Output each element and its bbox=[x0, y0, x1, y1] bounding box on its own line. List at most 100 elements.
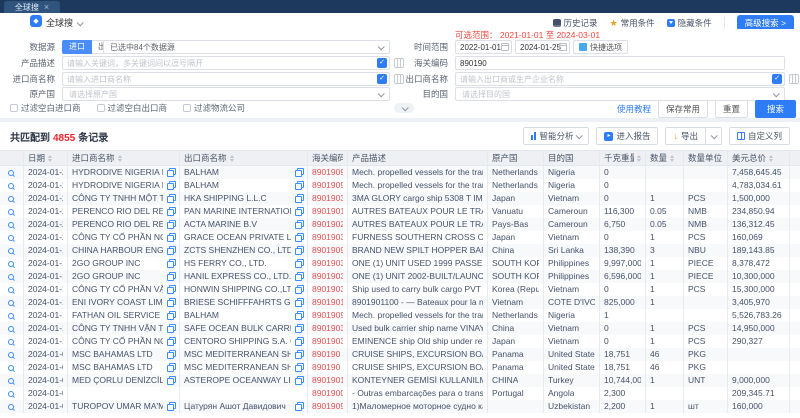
copy-icon[interactable] bbox=[295, 285, 303, 294]
copy-icon[interactable] bbox=[295, 168, 303, 177]
checkbox-filter-empty-importer[interactable]: 过滤空白进口商 bbox=[10, 102, 81, 114]
export-more-button[interactable] bbox=[705, 128, 721, 144]
magnifier-icon[interactable] bbox=[8, 222, 14, 228]
data-source-select[interactable]: 已选中84个数据源 bbox=[103, 40, 390, 54]
copy-icon[interactable] bbox=[295, 350, 303, 359]
magnifier-icon[interactable] bbox=[8, 287, 14, 293]
sort-icon[interactable] bbox=[230, 155, 234, 162]
smart-analysis-button[interactable]: 智能分析 bbox=[523, 127, 589, 145]
batch-input-icon[interactable] bbox=[789, 74, 799, 84]
magnifier-icon[interactable] bbox=[8, 209, 14, 215]
enter-report-button[interactable]: ▸进入报告 bbox=[596, 127, 658, 145]
copy-icon[interactable] bbox=[167, 168, 175, 177]
exact-match-icon[interactable]: ✓ bbox=[377, 74, 387, 84]
hide-conditions-button[interactable]: 隐藏条件 bbox=[667, 17, 712, 29]
magnifier-icon[interactable] bbox=[8, 404, 14, 410]
magnifier-icon[interactable] bbox=[8, 274, 14, 280]
customize-columns-button[interactable]: 自定义列 bbox=[729, 127, 790, 145]
copy-icon[interactable] bbox=[167, 194, 175, 203]
copy-icon[interactable] bbox=[167, 246, 175, 255]
copy-icon[interactable] bbox=[167, 207, 175, 216]
copy-icon[interactable] bbox=[167, 233, 175, 242]
search-button[interactable]: 搜索 bbox=[755, 100, 796, 118]
copy-icon[interactable] bbox=[167, 350, 175, 359]
magnifier-icon[interactable] bbox=[8, 261, 14, 267]
checkbox-filter-logistics[interactable]: 过滤物流公司 bbox=[183, 102, 245, 114]
copy-icon[interactable] bbox=[167, 363, 175, 372]
copy-icon[interactable] bbox=[167, 298, 175, 307]
column-header-weight[interactable]: 千克重量 bbox=[600, 151, 646, 165]
magnifier-icon[interactable] bbox=[8, 391, 14, 397]
exact-match-icon[interactable]: ✓ bbox=[377, 58, 387, 68]
magnifier-icon[interactable] bbox=[8, 352, 14, 358]
column-header-usd[interactable]: 美元总价 bbox=[728, 151, 790, 165]
calendar-icon[interactable] bbox=[501, 43, 509, 51]
sort-icon[interactable] bbox=[637, 155, 641, 162]
sort-icon[interactable] bbox=[769, 155, 773, 162]
magnifier-icon[interactable] bbox=[8, 170, 14, 176]
reset-button[interactable]: 重置 bbox=[715, 100, 748, 118]
magnifier-icon[interactable] bbox=[8, 196, 14, 202]
sort-icon[interactable] bbox=[118, 155, 122, 162]
copy-icon[interactable] bbox=[295, 402, 303, 411]
copy-icon[interactable] bbox=[167, 324, 175, 333]
magnifier-icon[interactable] bbox=[8, 300, 14, 306]
magnifier-icon[interactable] bbox=[8, 183, 14, 189]
export-button[interactable]: ↓导出 bbox=[666, 128, 705, 144]
copy-icon[interactable] bbox=[167, 272, 175, 281]
sort-icon[interactable] bbox=[48, 155, 52, 162]
tutorial-link[interactable]: 使用教程 bbox=[617, 103, 651, 115]
copy-icon[interactable] bbox=[295, 207, 303, 216]
checkbox-filter-empty-exporter[interactable]: 过滤空白出口商 bbox=[97, 102, 168, 114]
copy-icon[interactable] bbox=[295, 363, 303, 372]
calendar-icon[interactable] bbox=[559, 43, 567, 51]
copy-icon[interactable] bbox=[295, 233, 303, 242]
copy-icon[interactable] bbox=[295, 246, 303, 255]
tab-close-icon[interactable]: × bbox=[44, 3, 49, 11]
import-toggle[interactable]: 进口 bbox=[62, 40, 92, 54]
copy-icon[interactable] bbox=[167, 402, 175, 411]
copy-icon[interactable] bbox=[167, 259, 175, 268]
collapse-panel-button[interactable] bbox=[394, 103, 414, 113]
column-header-importer[interactable]: 进口商名称 bbox=[68, 151, 180, 165]
copy-icon[interactable] bbox=[167, 220, 175, 229]
column-header-exporter[interactable]: 出口商名称 bbox=[180, 151, 308, 165]
hs-code-input[interactable] bbox=[455, 56, 785, 70]
magnifier-icon[interactable] bbox=[8, 378, 14, 384]
copy-icon[interactable] bbox=[295, 181, 303, 190]
exporter-input[interactable] bbox=[455, 72, 785, 86]
copy-icon[interactable] bbox=[167, 311, 175, 320]
copy-icon[interactable] bbox=[295, 272, 303, 281]
tab-global-search[interactable]: 全球搜 × bbox=[4, 1, 60, 13]
product-desc-input[interactable] bbox=[62, 56, 390, 70]
copy-icon[interactable] bbox=[295, 376, 303, 385]
magnifier-icon[interactable] bbox=[8, 313, 14, 319]
copy-icon[interactable] bbox=[167, 285, 175, 294]
copy-icon[interactable] bbox=[295, 337, 303, 346]
copy-icon[interactable] bbox=[167, 181, 175, 190]
copy-icon[interactable] bbox=[295, 324, 303, 333]
magnifier-icon[interactable] bbox=[8, 248, 14, 254]
save-common-button[interactable]: 保存常用 bbox=[658, 100, 708, 118]
common-conditions-button[interactable]: ★常用条件 bbox=[610, 17, 655, 29]
page-title[interactable]: 全球搜 bbox=[46, 16, 82, 29]
importer-input[interactable] bbox=[62, 72, 390, 86]
copy-icon[interactable] bbox=[295, 311, 303, 320]
copy-icon[interactable] bbox=[167, 376, 175, 385]
dest-country-select[interactable]: 请选择目的国 bbox=[455, 87, 785, 101]
history-button[interactable]: 历史记录 bbox=[553, 17, 598, 29]
exact-match-icon[interactable]: ✓ bbox=[772, 74, 782, 84]
magnifier-icon[interactable] bbox=[8, 235, 14, 241]
magnifier-icon[interactable] bbox=[8, 339, 14, 345]
copy-icon[interactable] bbox=[167, 337, 175, 346]
copy-icon[interactable] bbox=[295, 298, 303, 307]
quick-options-button[interactable]: 快捷选项 bbox=[573, 40, 628, 54]
copy-icon[interactable] bbox=[295, 259, 303, 268]
sort-icon[interactable] bbox=[670, 155, 674, 162]
magnifier-icon[interactable] bbox=[8, 326, 14, 332]
magnifier-icon[interactable] bbox=[8, 365, 14, 371]
column-header-qty[interactable]: 数量 bbox=[646, 151, 684, 165]
copy-icon[interactable] bbox=[295, 220, 303, 229]
column-header-date[interactable]: 日期 bbox=[24, 151, 68, 165]
origin-country-select[interactable]: 请选择原产国 bbox=[62, 87, 390, 101]
